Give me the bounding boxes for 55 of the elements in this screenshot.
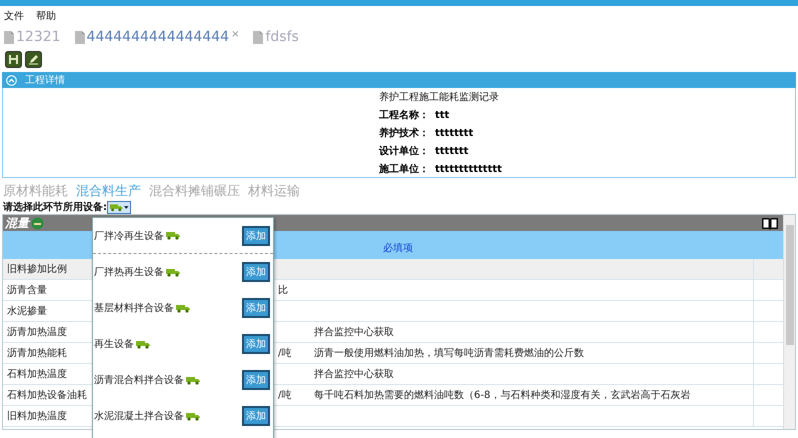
field-label: 养护技术：	[379, 128, 430, 140]
record-heading: 养护工程施工能耗监测记录	[379, 92, 500, 104]
field-value: tttttttt	[435, 128, 474, 140]
field-label: 施工单位：	[379, 164, 430, 176]
field-value: ttt	[435, 110, 450, 122]
document-icon	[4, 30, 14, 44]
row-label: 沥青含量	[6, 284, 48, 298]
panel-title: 工程详情	[25, 74, 65, 87]
row-label: 沥青加热温度	[6, 326, 68, 340]
note-cell-text: 拌合监控中心获取	[313, 326, 395, 340]
field-value: ttttttt	[435, 146, 468, 158]
equipment-option[interactable]: 基层材料拌合设备	[94, 301, 191, 315]
row-label: 沥青加热能耗	[6, 346, 68, 361]
pencil-icon	[28, 54, 39, 64]
row-label: 旧料加热温度	[6, 410, 68, 424]
field-value: tttttttttttttt	[435, 164, 502, 176]
note-cell-text: 拌合监控中心获取	[313, 368, 395, 382]
edit-button[interactable]	[25, 50, 42, 68]
row-label: 旧料掺加比例	[6, 262, 68, 277]
table-title: 混量	[5, 214, 29, 232]
badge-icon	[31, 216, 44, 230]
save-button[interactable]	[5, 50, 22, 68]
note-cell-text: 沥青一般使用燃料油加热，填写每吨沥青需耗费燃油的公斤数	[313, 346, 585, 361]
truck-icon	[185, 376, 201, 384]
document-tab[interactable]: 4444444444444444×	[74, 29, 240, 45]
truck-icon	[109, 202, 124, 212]
note-cell-text: 每千吨石料加热需要的燃料油吨数（6-8，与石料种类和湿度有关，玄武岩高于石灰岩	[313, 388, 692, 403]
truck-icon	[165, 268, 181, 276]
menu-item[interactable]: 帮助	[36, 9, 56, 23]
field-label: 设计单位：	[379, 146, 430, 158]
scrollbar[interactable]	[783, 215, 795, 429]
truck-icon	[165, 231, 181, 240]
equipment-option[interactable]: 厂拌冷再生设备	[94, 228, 181, 242]
truck-icon	[135, 340, 151, 348]
document-icon	[74, 30, 85, 44]
required-note: 必填项	[383, 243, 413, 254]
row-label: 石料加热设备油耗	[6, 388, 88, 403]
row-label: 水泥掺量	[6, 304, 48, 319]
menu-item[interactable]: 文件	[4, 9, 24, 23]
equipment-option[interactable]: 水泥混凝土拌合设备	[94, 409, 201, 423]
caret-icon	[124, 206, 129, 208]
unit-cell-text: 比	[277, 284, 289, 298]
book-icon[interactable]	[761, 216, 779, 230]
document-icon	[253, 30, 264, 44]
equipment-option[interactable]: 厂拌热再生设备	[94, 265, 181, 279]
truck-icon	[185, 412, 201, 420]
unit-cell-text: /吨	[277, 388, 292, 403]
equipment-option[interactable]: 沥青混合料拌合设备	[94, 373, 201, 387]
truck-icon	[175, 304, 191, 312]
field-label: 工程名称：	[379, 110, 430, 122]
collapse-icon	[6, 74, 17, 86]
row-label: 石料加热温度	[6, 368, 68, 382]
equipment-dropdown[interactable]	[107, 200, 131, 214]
unit-cell-text: /吨	[277, 346, 292, 361]
picker-label: 请选择此环节所用设备:	[3, 200, 107, 214]
